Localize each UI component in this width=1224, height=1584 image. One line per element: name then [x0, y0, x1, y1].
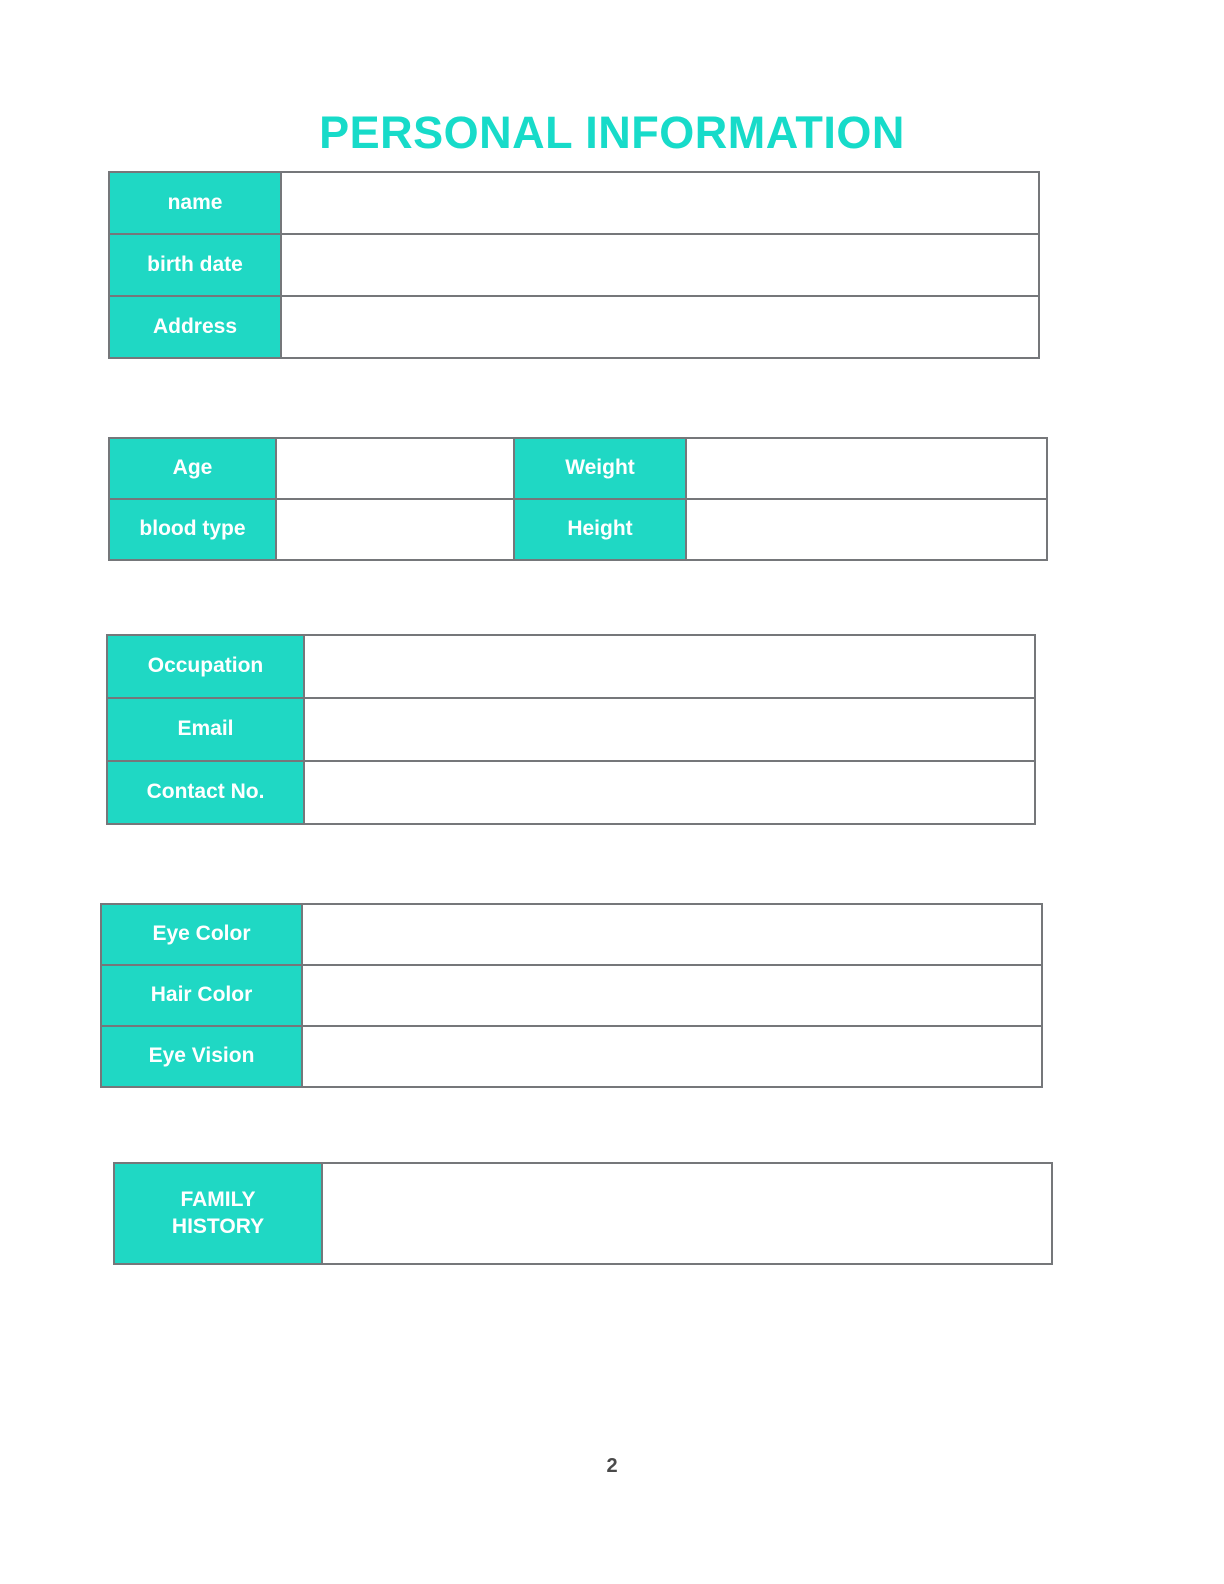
physical-table: Eye Color Hair Color Eye Vision — [100, 903, 1043, 1088]
page-title: PERSONAL INFORMATION — [319, 107, 905, 159]
field-label-weight: Weight — [513, 437, 687, 500]
field-input-name[interactable] — [280, 171, 1040, 235]
page-number: 2 — [606, 1455, 618, 1477]
field-label-blood-type: blood type — [108, 498, 277, 561]
family-history-table: FAMILY HISTORY — [113, 1162, 1053, 1265]
table-row: Eye Vision — [100, 1025, 1043, 1088]
field-label-age: Age — [108, 437, 277, 500]
field-input-age[interactable] — [275, 437, 515, 500]
field-input-weight[interactable] — [685, 437, 1048, 500]
field-label-address: Address — [108, 295, 282, 359]
identity-table: name birth date Address — [108, 171, 1040, 359]
table-row: Age Weight — [108, 437, 1048, 500]
field-input-height[interactable] — [685, 498, 1048, 561]
field-label-eye-color: Eye Color — [100, 903, 303, 966]
field-label-height: Height — [513, 498, 687, 561]
field-input-hair-color[interactable] — [301, 964, 1043, 1027]
field-label-birth-date: birth date — [108, 233, 282, 297]
table-row: Address — [108, 295, 1040, 359]
table-row: Occupation — [106, 634, 1036, 699]
field-input-address[interactable] — [280, 295, 1040, 359]
field-input-eye-vision[interactable] — [301, 1025, 1043, 1088]
field-input-birth-date[interactable] — [280, 233, 1040, 297]
table-row: FAMILY HISTORY — [113, 1162, 1053, 1265]
table-row: blood type Height — [108, 498, 1048, 561]
field-label-contact-no: Contact No. — [106, 760, 305, 825]
field-label-eye-vision: Eye Vision — [100, 1025, 303, 1088]
field-label-family-history-line1: FAMILY — [180, 1187, 256, 1211]
field-input-eye-color[interactable] — [301, 903, 1043, 966]
field-label-occupation: Occupation — [106, 634, 305, 699]
field-input-email[interactable] — [303, 697, 1036, 762]
field-input-occupation[interactable] — [303, 634, 1036, 699]
field-input-contact-no[interactable] — [303, 760, 1036, 825]
field-input-blood-type[interactable] — [275, 498, 515, 561]
form-page: PERSONAL INFORMATION name birth date Add… — [0, 0, 1224, 1584]
contact-table: Occupation Email Contact No. — [106, 634, 1036, 825]
field-label-family-history-line2: HISTORY — [171, 1214, 265, 1238]
field-label-email: Email — [106, 697, 305, 762]
table-row: Email — [106, 697, 1036, 762]
table-row: Hair Color — [100, 964, 1043, 1027]
field-input-family-history[interactable] — [321, 1162, 1053, 1265]
table-row: name — [108, 171, 1040, 235]
body-metrics-table: Age Weight blood type Height — [108, 437, 1048, 561]
table-row: Contact No. — [106, 760, 1036, 825]
field-label-hair-color: Hair Color — [100, 964, 303, 1027]
field-label-family-history: FAMILY HISTORY — [113, 1162, 323, 1265]
field-label-name: name — [108, 171, 282, 235]
table-row: birth date — [108, 233, 1040, 297]
table-row: Eye Color — [100, 903, 1043, 966]
